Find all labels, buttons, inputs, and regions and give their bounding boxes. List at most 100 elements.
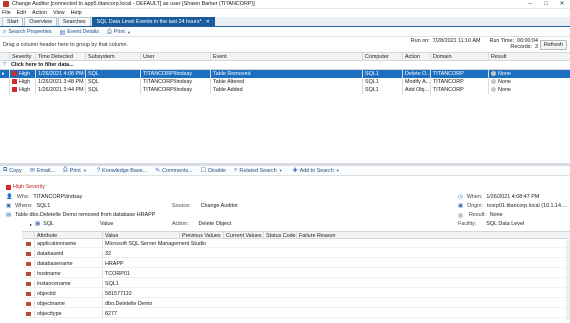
attribute-row[interactable]: applicationname Microsoft SQL Server Mana… <box>22 240 570 248</box>
search-properties-label: Search Properties <box>8 29 52 35</box>
details-print-button[interactable]: ⎙ Print ▼ <box>63 167 89 174</box>
user-cell: TITANCORP\lindsay <box>140 78 210 86</box>
attribute-row[interactable]: objectname dbo.Deletelle Demo <box>22 300 570 308</box>
column-header-value[interactable]: Value <box>102 232 179 238</box>
column-header-previous-values[interactable]: Previous Values <box>179 232 223 238</box>
source-label: Source: <box>172 203 191 209</box>
computer-cell: SQL1 <box>362 86 402 94</box>
group-by-hint: Drag a column header here to group by th… <box>3 42 128 48</box>
attribute-icon <box>26 252 31 256</box>
refresh-button[interactable]: Refresh <box>540 40 567 50</box>
column-header-failure-reason[interactable]: Failure Reason <box>296 232 570 238</box>
tab-searches[interactable]: Searches <box>57 17 91 26</box>
attribute-name: objectid <box>34 290 99 298</box>
severity-header: High Severity <box>6 184 45 190</box>
menu-view[interactable]: View <box>53 10 65 16</box>
facility-value: SQL Data Level <box>486 221 525 227</box>
result-none-icon <box>458 212 463 218</box>
column-header-computer[interactable]: Computer <box>362 53 402 60</box>
column-header-action[interactable]: Action <box>402 53 430 60</box>
vertical-scrollbar[interactable] <box>566 240 570 320</box>
tab-close-icon[interactable]: ✕ <box>206 18 210 27</box>
column-header-status-code[interactable]: Status Code <box>263 232 296 238</box>
maximize-button[interactable]: □ <box>538 0 554 9</box>
table-row[interactable]: ▸ High 1/26/2021 4:08 PM SQL TITANCORP\l… <box>0 70 570 78</box>
result-none-icon <box>491 79 496 85</box>
sql-group-label: SQL <box>43 221 54 227</box>
knowledge-base-button[interactable]: ? Knowledge Base... <box>97 168 147 174</box>
minimize-button[interactable]: – <box>522 0 538 9</box>
severity-high-icon <box>12 71 17 77</box>
attribute-row[interactable]: objecttype 8277 <box>22 310 570 318</box>
related-search-button[interactable]: ⌕ Related Search ▼ <box>234 167 285 174</box>
user-cell: TITANCORP\lindsay <box>140 86 210 94</box>
source-value: Change Auditor <box>200 203 238 209</box>
tab-overview[interactable]: Overview <box>24 17 57 26</box>
event-details-button[interactable]: ▤ Event Details <box>60 29 99 36</box>
column-header-result[interactable]: Result <box>488 53 566 60</box>
table-row[interactable]: High 1/26/2021 3:48 PM SQL TITANCORP\lin… <box>0 78 570 86</box>
disable-button[interactable]: ☐ Disable <box>201 167 226 175</box>
attribute-row[interactable]: hostname TCORP01 <box>22 270 570 278</box>
column-header-time-detected[interactable]: Time Detected <box>35 53 85 60</box>
attribute-row[interactable]: instancename SQL1 <box>22 280 570 288</box>
add-to-search-button[interactable]: ✚ Add to Search ▼ <box>293 167 342 175</box>
database-icon: ▦ <box>35 221 41 227</box>
domain-cell: TITANCORP <box>430 78 488 86</box>
related-search-label: Related Search <box>239 167 277 174</box>
filter-row[interactable]: ⊤ Click here to filter data... <box>0 61 570 70</box>
subsystem-cell: SQL <box>85 70 140 78</box>
action-cell: Add Obj... <box>402 86 430 94</box>
action-cell: Delete O... <box>402 70 430 78</box>
severity-text: High <box>19 87 31 93</box>
severity-cell: High <box>9 78 35 86</box>
sql-group[interactable]: ▸ ▦ SQL <box>30 221 54 227</box>
filter-icon: ⊤ <box>2 62 7 68</box>
comments-button[interactable]: ✎ Comments... <box>155 167 193 175</box>
attribute-row[interactable]: objectid 581577110 <box>22 290 570 298</box>
magnifier-icon: ⌕ <box>3 28 7 35</box>
row-pointer-icon: ▸ <box>2 71 5 77</box>
facility-label: Facility: <box>458 221 477 227</box>
severity-high-icon <box>12 79 17 85</box>
close-window-button[interactable]: ✕ <box>554 0 570 9</box>
column-header-severity[interactable]: Severity <box>9 53 35 60</box>
tab-start[interactable]: Start <box>2 17 24 26</box>
print-label: Print <box>113 29 125 35</box>
time-cell: 1/26/2021 4:08 PM <box>35 70 85 78</box>
attribute-row[interactable]: databasename HRAPP <box>22 260 570 268</box>
copy-button[interactable]: ⧉ Copy <box>3 167 22 174</box>
event-cell: Table Added <box>210 86 362 94</box>
details-toolbar: ⧉ Copy ✉ Email... ⎙ Print ▼ ? Knowledge Base.… <box>0 166 570 176</box>
time-cell: 1/26/2021 3:48 PM <box>35 78 85 86</box>
column-header-user[interactable]: User <box>140 53 210 60</box>
tab-sql-data-level-events[interactable]: SQL Data Level Events in the last 24 hou… <box>91 17 215 27</box>
copy-icon: ⧉ <box>3 167 8 173</box>
table-row[interactable]: High 1/26/2021 3:44 PM SQL TITANCORP\lin… <box>0 86 570 94</box>
event-cell: Table Altered <box>210 78 362 86</box>
run-on-value: 7/28/2021 11:10 AM <box>432 38 481 44</box>
column-header-event[interactable]: Event <box>210 53 362 60</box>
menu-file[interactable]: File <box>2 10 11 16</box>
run-on-label: Run on: <box>410 38 430 44</box>
print-button[interactable]: ⎙ Print ▼ <box>107 29 133 36</box>
column-header-current-values[interactable]: Current Values <box>223 232 263 238</box>
column-header-subsystem[interactable]: Subsystem <box>85 53 140 60</box>
menu-help[interactable]: Help <box>71 10 82 16</box>
envelope-icon: ✉ <box>29 168 35 174</box>
comment-icon: ✎ <box>155 168 161 174</box>
filter-hint[interactable]: Click here to filter data... <box>9 61 209 69</box>
chevron-down-icon: ▼ <box>126 29 131 35</box>
menu-edit[interactable]: Edit <box>17 10 26 16</box>
where-label: Where: <box>15 203 33 209</box>
search-properties-button[interactable]: ⌕ Search Properties <box>3 29 52 36</box>
result-label: Result: <box>469 212 486 218</box>
attribute-row[interactable]: databaseid 32 <box>22 250 570 258</box>
add-to-search-label: Add to Search <box>299 167 334 174</box>
email-button[interactable]: ✉ Email... <box>29 167 55 175</box>
column-header-domain[interactable]: Domain <box>430 53 488 60</box>
attribute-icon <box>26 292 31 296</box>
column-header-attribute[interactable]: Attribute <box>34 232 102 238</box>
subsystem-cell: SQL <box>85 86 140 94</box>
menu-action[interactable]: Action <box>32 10 47 16</box>
